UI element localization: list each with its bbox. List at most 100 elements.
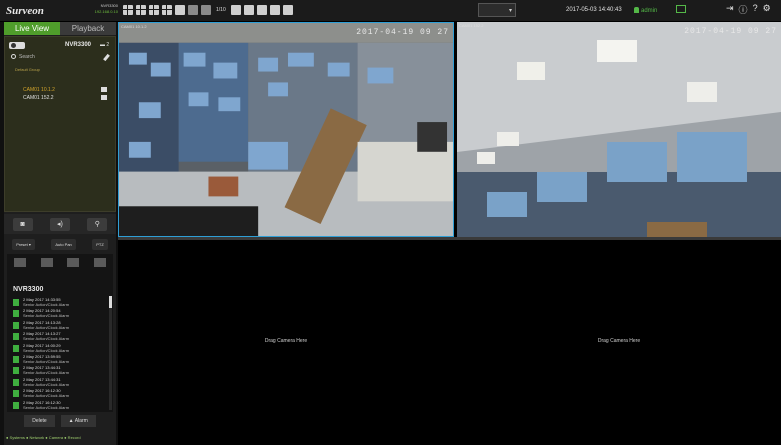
gear-icon[interactable]: ⚙ bbox=[763, 3, 771, 16]
camera-controls: ◙ ◂) ⚲ bbox=[4, 214, 116, 234]
top-toolbar: Surveon NVR3300 192.168.0.10 1/10 ▾ 2017… bbox=[0, 0, 781, 22]
microphone-icon: ⚲ bbox=[94, 221, 100, 228]
alarm-flag-icon bbox=[13, 390, 19, 398]
video-pane-3[interactable]: Drag Camera Here bbox=[118, 240, 454, 445]
user-icon bbox=[634, 7, 639, 13]
camera-item[interactable]: CAM01 10.1.2 bbox=[23, 87, 109, 94]
status-bar: ● Systems ● Network ● Camera ● Record bbox=[6, 435, 81, 440]
chevron-down-icon: ▾ bbox=[508, 8, 512, 14]
alarm-flag-icon bbox=[13, 367, 19, 375]
event-item[interactable]: 2 May 2017 14:13:28 Senior Action/Clock A… bbox=[13, 320, 107, 332]
alarm-flag-icon bbox=[13, 299, 19, 306]
tab-live-view[interactable]: Live View bbox=[4, 22, 60, 35]
alarm-flag-icon bbox=[13, 356, 19, 363]
record-icon[interactable] bbox=[269, 5, 280, 15]
microphone-button[interactable]: ⚲ bbox=[87, 217, 108, 231]
fullscreen-icon[interactable] bbox=[282, 5, 293, 15]
user-menu[interactable]: admin bbox=[634, 7, 657, 14]
view-select[interactable]: ▾ bbox=[478, 3, 516, 17]
snapshot-icon[interactable] bbox=[256, 5, 267, 15]
layout-4x4-icon[interactable] bbox=[162, 5, 172, 15]
previous-page-icon[interactable] bbox=[188, 5, 198, 15]
camera-label: CAM01 152.2 bbox=[23, 95, 54, 101]
layout-toolbar: 1/10 bbox=[123, 5, 293, 15]
layout-3x3-icon[interactable] bbox=[149, 5, 159, 15]
page-indicator: 1/10 bbox=[216, 7, 226, 13]
network-icon[interactable] bbox=[93, 257, 106, 267]
screen-icon[interactable] bbox=[67, 257, 80, 267]
event-type: Senior Action/Clock Alarm bbox=[23, 347, 70, 353]
event-item[interactable]: 2 May 2017 13:59:55 Senior Action/Clock A… bbox=[13, 354, 107, 366]
event-type: Senior Action/Clock Alarm bbox=[23, 404, 70, 410]
alarm-flag-icon bbox=[13, 310, 19, 318]
camera-group[interactable]: Default Group bbox=[15, 67, 40, 72]
alarm-flag-icon bbox=[13, 378, 19, 386]
nvr-model-info: NVR3300 192.168.0.10 bbox=[82, 3, 118, 15]
audio-button[interactable]: ◂) bbox=[49, 217, 70, 231]
event-log-title: NVR3300 bbox=[13, 286, 44, 293]
event-type: Senior Action/Clock Alarm bbox=[23, 336, 70, 342]
event-type: Senior Action/Clock Alarm bbox=[23, 393, 70, 399]
event-item[interactable]: 2 May 2017 13:44:31 Senior Action/Clock A… bbox=[13, 377, 107, 389]
nvr-ip: 192.168.0.10 bbox=[94, 9, 118, 14]
event-scrollbar-thumb[interactable] bbox=[109, 296, 112, 308]
tab-playback[interactable]: Playback bbox=[60, 22, 116, 35]
speaker-icon: ◂) bbox=[57, 221, 63, 228]
monitor-icon[interactable] bbox=[676, 5, 686, 13]
event-item[interactable]: 2 May 2017 14:00:29 Senior Action/Clock A… bbox=[13, 343, 107, 355]
info-icon[interactable]: ⓘ bbox=[739, 3, 748, 16]
alarm-flag-icon bbox=[13, 333, 19, 341]
sidebar: Live View Playback NVR3300 ▬ 2 Search De… bbox=[4, 22, 116, 445]
preset-button[interactable]: Preset ▾ bbox=[12, 238, 35, 250]
event-type: Senior Action/Clock Alarm bbox=[23, 302, 70, 307]
event-type: Senior Action/Clock Alarm bbox=[23, 370, 70, 376]
search-placeholder: Search bbox=[19, 54, 35, 60]
event-item[interactable]: 2 May 2017 14:13:27 Senior Action/Clock A… bbox=[13, 331, 107, 343]
video-pane-2[interactable]: CAM01 152.2 2017-04-19 09 27 bbox=[457, 22, 781, 237]
snapshot-button[interactable]: ◙ bbox=[12, 217, 33, 231]
event-type: Senior Action/Clock Alarm bbox=[23, 359, 70, 364]
nvr-name: NVR3300 bbox=[65, 42, 92, 48]
event-item[interactable]: 2 May 2017 16:12:30 Senior Action/Clock A… bbox=[13, 388, 107, 400]
view-tabs: Live View Playback bbox=[4, 22, 116, 35]
camera-name-label: CAM01 152.2 bbox=[459, 23, 484, 28]
next-page-icon[interactable] bbox=[201, 5, 211, 15]
search-icon bbox=[11, 54, 16, 59]
event-item[interactable]: 2 May 2017 14:20:54 Senior Action/Clock A… bbox=[13, 308, 107, 320]
ptz-button[interactable]: PTZ bbox=[92, 238, 108, 250]
system-icons: ⇥ ⓘ ? ⚙ bbox=[726, 3, 771, 16]
logout-icon[interactable]: ⇥ bbox=[726, 3, 734, 16]
nvr-header: NVR3300 ▬ 2 bbox=[9, 42, 113, 52]
alarm-button[interactable]: ▲ Alarm bbox=[60, 415, 96, 427]
camera-icon: ◙ bbox=[20, 220, 25, 228]
camera-icon bbox=[101, 95, 107, 100]
event-log: NVR3300 2 May 2017 14:33:55 Senior Action… bbox=[7, 254, 113, 412]
event-type: Senior Action/Clock Alarm bbox=[23, 313, 70, 319]
arrow-right-icon[interactable] bbox=[230, 5, 241, 15]
camera-label: CAM01 10.1.2 bbox=[23, 87, 55, 93]
video-pane-4[interactable]: Drag Camera Here bbox=[457, 240, 781, 445]
event-type: Senior Action/Clock Alarm bbox=[23, 324, 70, 330]
event-item[interactable]: 2 May 2017 16:12:30 Senior Action/Clock A… bbox=[13, 400, 107, 412]
camera-name-label: CAM01 10.1.2 bbox=[121, 24, 147, 29]
delete-button[interactable]: Delete bbox=[24, 415, 55, 427]
target-icon[interactable] bbox=[40, 257, 53, 267]
autopan-button[interactable]: Auto Pan bbox=[51, 238, 76, 250]
help-icon[interactable]: ? bbox=[753, 3, 758, 16]
eye-icon[interactable] bbox=[243, 5, 254, 15]
layout-1x1-icon[interactable] bbox=[123, 5, 133, 15]
layout-custom-icon[interactable] bbox=[175, 5, 185, 15]
camera-item[interactable]: CAM01 152.2 bbox=[23, 95, 109, 102]
event-item[interactable]: 2 May 2017 14:33:55 Senior Action/Clock A… bbox=[13, 297, 107, 309]
camera-search-input[interactable]: Search bbox=[11, 54, 111, 62]
video-pane-1[interactable]: CAM01 10.1.2 2017-04-19 09 27 bbox=[118, 22, 454, 237]
alarm-flag-icon bbox=[13, 401, 19, 409]
event-item[interactable]: 2 May 2017 13:44:31 Senior Action/Clock A… bbox=[13, 365, 107, 377]
event-scrollbar[interactable] bbox=[109, 296, 112, 410]
nvr-toggle[interactable] bbox=[9, 42, 25, 49]
grid-icon[interactable] bbox=[14, 257, 27, 267]
event-type: Senior Action/Clock Alarm bbox=[23, 381, 70, 387]
event-actions: Delete ▲ Alarm bbox=[4, 413, 116, 429]
layout-2x2-icon[interactable] bbox=[136, 5, 146, 15]
video-grid: CAM01 10.1.2 2017-04-19 09 27 CAM01 152.… bbox=[118, 22, 781, 445]
